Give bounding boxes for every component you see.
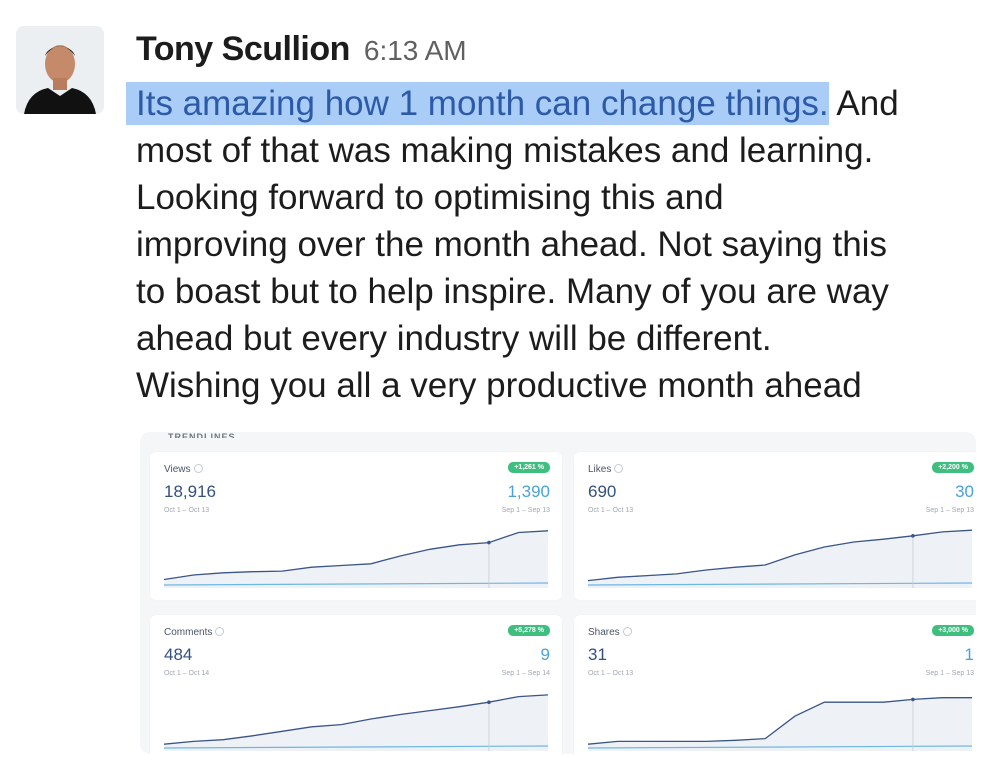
card-date-range: Oct 1 – Oct 13 xyxy=(588,507,634,514)
stat-card-shares: Shares 31 Oct 1 – Oct 13 +3,000 % 1 Sep … xyxy=(574,615,976,754)
message-text: improving over the month ahead. Not sayi… xyxy=(136,225,887,264)
card-label: Likes xyxy=(588,464,624,475)
trend-area xyxy=(164,694,548,751)
trend-chart xyxy=(164,694,548,751)
hover-marker-dot xyxy=(911,697,915,702)
card-date-range: Oct 1 – Oct 14 xyxy=(164,670,210,677)
card-previous-value: 1 xyxy=(964,645,974,664)
highlighted-text: Its amazing how 1 month can change thing… xyxy=(126,82,829,125)
card-date-range: Oct 1 – Oct 13 xyxy=(588,670,634,677)
message-text: most of that was making mistakes and lea… xyxy=(136,131,874,170)
card-previous-date-range: Sep 1 – Sep 13 xyxy=(925,507,974,514)
message-header: Tony Scullion 6:13 AM xyxy=(136,30,467,72)
change-badge: +5,278 % xyxy=(508,625,550,636)
message-body: Its amazing how 1 month can change thing… xyxy=(126,80,996,409)
card-previous-value: 1,390 xyxy=(507,482,550,501)
image-attachment[interactable]: TRENDLINES Views 18,916 Oct 1 – Oct 13 +… xyxy=(140,432,976,754)
trend-chart xyxy=(588,697,972,751)
message-text: ahead but every industry will be differe… xyxy=(136,319,772,358)
info-icon xyxy=(614,464,624,473)
card-previous-value: 9 xyxy=(540,645,550,664)
card-date-range: Oct 1 – Oct 13 xyxy=(164,507,210,514)
message-text: Wishing you all a very productive month … xyxy=(136,366,862,405)
hover-marker-dot xyxy=(487,540,491,545)
trend-area xyxy=(588,697,972,751)
message-text: Looking forward to optimising this and xyxy=(136,178,724,217)
card-previous-value: 30 xyxy=(955,482,974,501)
avatar-image xyxy=(16,26,104,114)
trend-area xyxy=(588,530,972,588)
trend-chart xyxy=(164,530,548,588)
sender-name[interactable]: Tony Scullion xyxy=(136,30,350,69)
message-text: And xyxy=(828,84,899,123)
card-value: 690 xyxy=(588,482,617,501)
card-value: 484 xyxy=(164,645,193,664)
change-badge: +3,000 % xyxy=(932,625,974,636)
info-icon xyxy=(622,627,632,636)
info-icon xyxy=(193,464,203,473)
card-previous-date-range: Sep 1 – Sep 13 xyxy=(501,507,550,514)
info-icon xyxy=(215,627,225,636)
trend-area xyxy=(164,530,548,588)
user-avatar[interactable] xyxy=(16,26,104,114)
change-badge: +1,261 % xyxy=(508,462,550,473)
trend-chart xyxy=(588,529,972,588)
card-previous-date-range: Sep 1 – Sep 13 xyxy=(925,670,974,677)
card-value: 18,916 xyxy=(164,482,216,501)
message-line-1: Its amazing how 1 month can change thing… xyxy=(126,80,996,127)
card-label: Shares xyxy=(588,627,632,638)
stat-card-comments: Comments 484 Oct 1 – Oct 14 +5,278 % 9 S… xyxy=(150,615,562,754)
stat-card-views: Views 18,916 Oct 1 – Oct 13 +1,261 % 1,3… xyxy=(150,452,562,600)
message-timestamp[interactable]: 6:13 AM xyxy=(364,35,467,67)
attachment-section-title: TRENDLINES xyxy=(168,432,236,438)
change-badge: +2,200 % xyxy=(932,462,974,473)
message-text: to boast but to help inspire. Many of yo… xyxy=(136,272,889,311)
hover-marker-dot xyxy=(911,534,915,538)
card-label: Views xyxy=(164,464,203,475)
stat-card-likes: Likes 690 Oct 1 – Oct 13 +2,200 % 30 Sep… xyxy=(574,452,976,600)
card-value: 31 xyxy=(588,645,607,664)
card-previous-date-range: Sep 1 – Sep 14 xyxy=(501,670,550,677)
card-label: Comments xyxy=(164,627,225,638)
hover-marker-dot xyxy=(487,700,491,704)
